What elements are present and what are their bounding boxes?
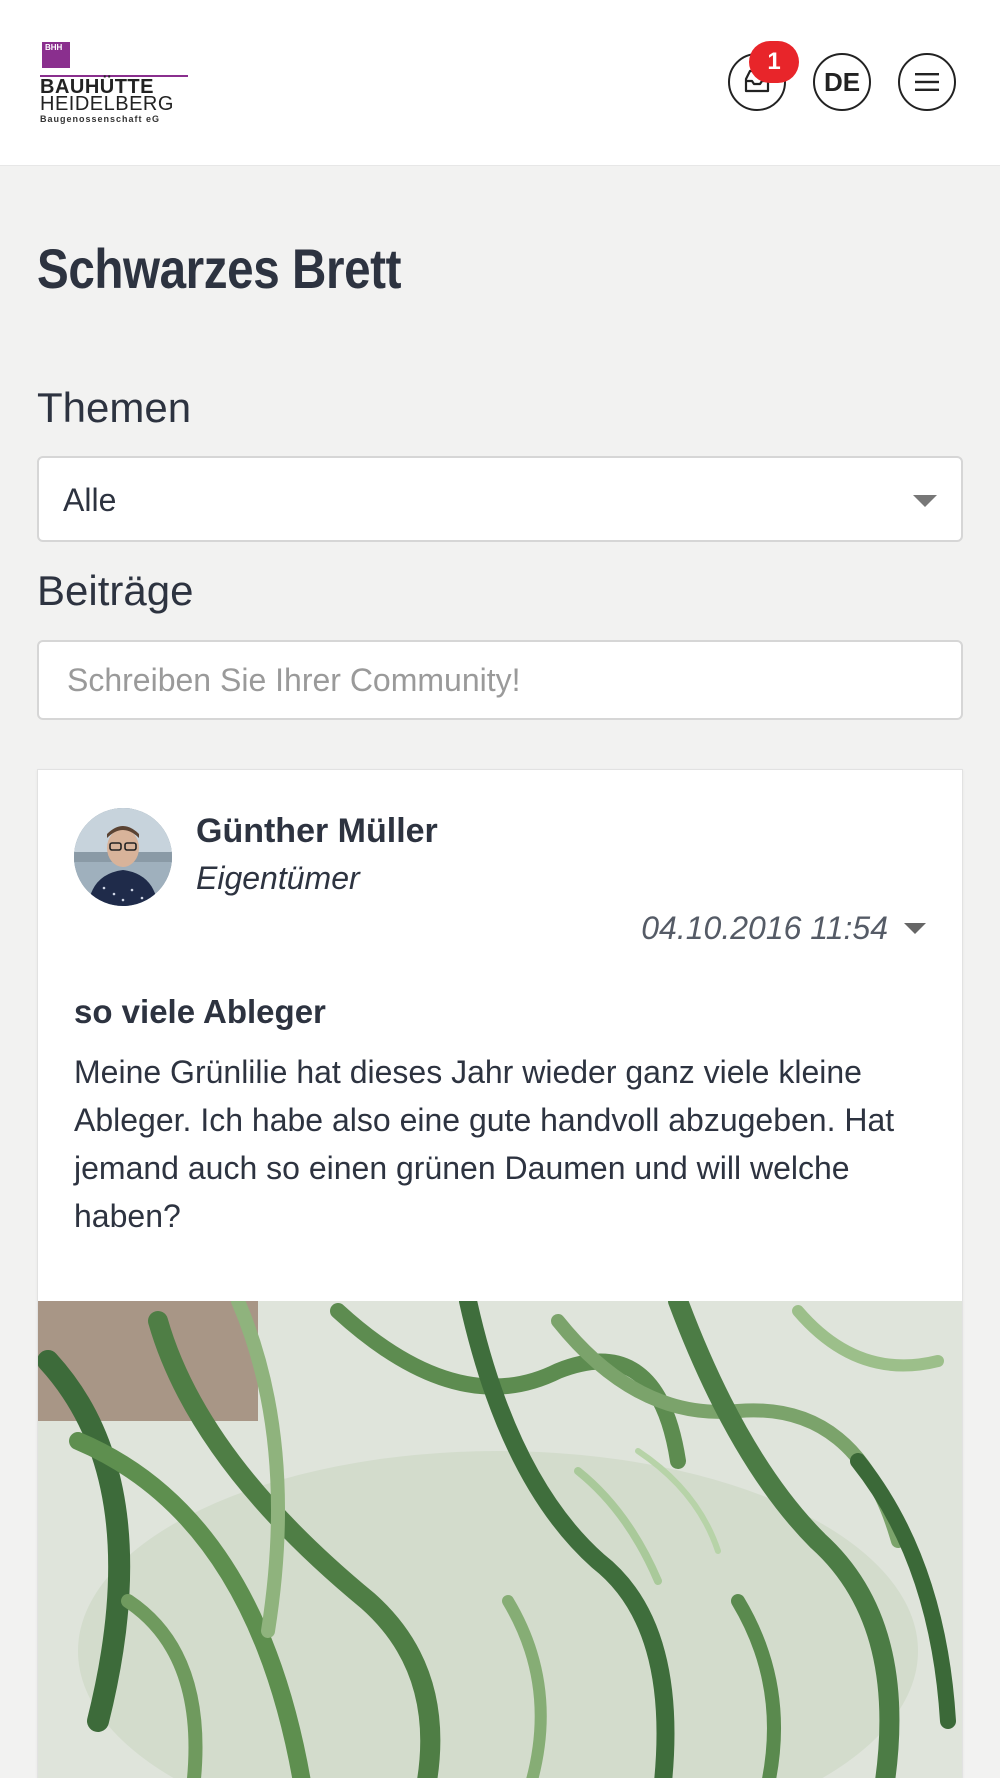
page-title: Schwarzes Brett (37, 237, 401, 300)
author-name[interactable]: Günther Müller (196, 812, 438, 851)
avatar[interactable] (74, 808, 172, 906)
post-image[interactable] (38, 1301, 962, 1778)
menu-button[interactable] (898, 53, 956, 111)
notification-badge: 1 (749, 41, 799, 83)
hamburger-menu-icon (915, 73, 939, 91)
logo-mark: BHH (42, 42, 70, 68)
post-options-chevron-icon[interactable] (904, 923, 926, 934)
logo-text-line3: Baugenossenschaft eG (40, 114, 161, 124)
post-title: so viele Ableger (74, 993, 326, 1030)
language-button[interactable]: DE (813, 53, 871, 111)
compose-post-input[interactable] (37, 640, 963, 720)
avatar-image (74, 808, 172, 906)
posts-label: Beiträge (37, 567, 194, 614)
themes-select[interactable]: Alle (37, 456, 963, 542)
chevron-down-icon (913, 495, 937, 507)
top-bar: BHH BAUHÜTTE HEIDELBERG Baugenossenschaf… (0, 0, 1000, 166)
bauhuette-logo[interactable]: BHH BAUHÜTTE HEIDELBERG Baugenossenschaf… (40, 42, 190, 128)
logo-text-line2: HEIDELBERG (40, 93, 174, 115)
post-timestamp: 04.10.2016 11:54 (641, 910, 888, 946)
themes-selected-value: Alle (63, 482, 117, 518)
author-role: Eigentümer (196, 860, 360, 896)
themes-label: Themen (37, 384, 192, 431)
language-label: DE (823, 66, 861, 97)
spider-plant-photo (38, 1301, 962, 1778)
post-body: Meine Grünlilie hat dieses Jahr wieder g… (74, 1054, 895, 1234)
post-card: Günther Müller Eigentümer 04.10.2016 11:… (37, 769, 963, 1778)
